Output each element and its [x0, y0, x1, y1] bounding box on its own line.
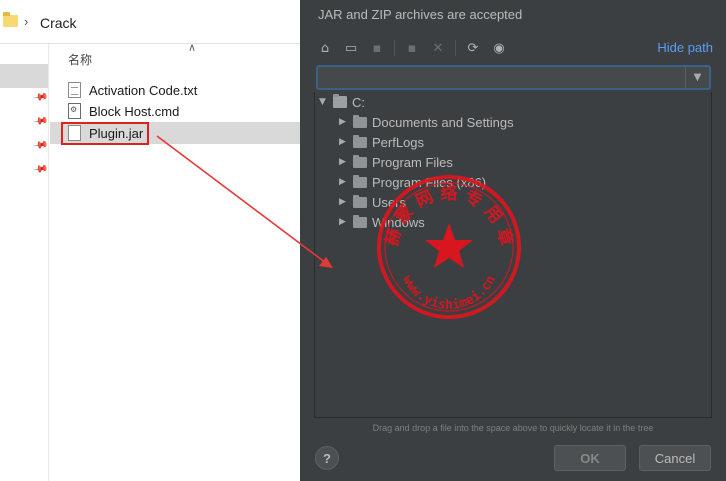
- chevron-right-icon[interactable]: ▶: [339, 157, 353, 167]
- refresh-icon[interactable]: ⟳: [462, 37, 484, 59]
- path-combobox[interactable]: ▼: [316, 65, 711, 90]
- sort-ascending-icon: ∧: [188, 42, 197, 54]
- ok-button[interactable]: OK: [554, 445, 626, 471]
- tree-node[interactable]: ▶ Program Files: [339, 152, 453, 172]
- file-name: Activation Code.txt: [89, 82, 198, 98]
- toolbar-separator: [394, 40, 395, 56]
- chevron-right-icon[interactable]: ▶: [339, 177, 353, 187]
- pin-icon[interactable]: 📌: [32, 89, 49, 105]
- chevron-right-icon: ›: [24, 14, 29, 29]
- cmd-file-icon: [68, 103, 81, 119]
- new-folder-icon[interactable]: ▪: [401, 37, 423, 59]
- text-file-icon: [68, 82, 81, 98]
- dialog-title: JAR and ZIP archives are accepted: [318, 7, 523, 22]
- chevron-right-icon[interactable]: ▶: [339, 137, 353, 147]
- hide-path-link[interactable]: Hide path: [657, 40, 713, 55]
- tree-node-root[interactable]: ▼ C:: [319, 92, 365, 112]
- tree-node-label: Program Files: [372, 154, 453, 170]
- toolbar-separator: [455, 40, 456, 56]
- address-bar[interactable]: › Crack: [0, 0, 300, 44]
- chevron-right-icon[interactable]: ▶: [339, 197, 353, 207]
- cancel-button[interactable]: Cancel: [639, 445, 711, 471]
- tree-node-label: Program Files (x86): [372, 174, 487, 190]
- drive-icon: [333, 94, 347, 108]
- pin-icon[interactable]: 📌: [32, 137, 49, 153]
- home-icon[interactable]: ⌂: [314, 37, 336, 59]
- chevron-down-icon[interactable]: ▼: [685, 67, 709, 88]
- pin-icon[interactable]: 📌: [32, 161, 49, 177]
- tree-node-label: Users: [372, 194, 406, 210]
- chevron-down-icon[interactable]: ▼: [319, 97, 333, 107]
- column-header-name[interactable]: 名称: [68, 51, 92, 68]
- tree-node[interactable]: ▶ PerfLogs: [339, 132, 424, 152]
- chevron-right-icon[interactable]: ▶: [339, 117, 353, 127]
- drag-drop-hint: Drag and drop a file into the space abov…: [372, 423, 654, 433]
- breadcrumb-crack[interactable]: Crack: [40, 15, 77, 31]
- tree-node[interactable]: ▶ Program Files (x86): [339, 172, 486, 192]
- pin-icon[interactable]: 📌: [32, 113, 49, 129]
- file-item[interactable]: Activation Code.txt: [68, 79, 197, 101]
- show-hidden-icon[interactable]: ◉: [488, 37, 510, 59]
- folder-icon: [353, 134, 367, 148]
- file-explorer-window: › Crack 📌 📌 📌 📌 ∧ 名称 Activation Code.txt…: [0, 0, 300, 481]
- tree-node[interactable]: ▶ Windows: [339, 212, 425, 232]
- file-name: Block Host.cmd: [89, 103, 180, 119]
- folder-icon: [353, 154, 367, 168]
- tree-node[interactable]: ▶ Documents and Settings: [339, 112, 514, 132]
- desktop-icon[interactable]: ▭: [340, 37, 362, 59]
- file-item[interactable]: Block Host.cmd: [68, 100, 179, 122]
- chevron-right-icon[interactable]: ▶: [339, 217, 353, 227]
- folder-icon: [353, 114, 367, 128]
- delete-icon[interactable]: ✕: [427, 37, 449, 59]
- choose-plugin-dialog: JAR and ZIP archives are accepted ⌂ ▭ ▪ …: [300, 0, 726, 481]
- folder-icon: [353, 214, 367, 228]
- tree-node-label: Documents and Settings: [372, 114, 514, 130]
- folder-icon: [3, 12, 18, 27]
- path-input[interactable]: [322, 69, 682, 86]
- navigation-pane: 📌 📌 📌 📌: [0, 44, 49, 481]
- nav-selected-item[interactable]: [0, 64, 48, 88]
- folder-icon: [353, 194, 367, 208]
- folder-icon: [353, 174, 367, 188]
- red-highlight-box: [61, 122, 149, 145]
- project-folder-icon[interactable]: ▪: [366, 37, 388, 59]
- tree-node[interactable]: ▶ Users: [339, 192, 406, 212]
- help-button[interactable]: ?: [315, 446, 339, 470]
- tree-node-label: C:: [352, 94, 365, 110]
- dialog-toolbar: ⌂ ▭ ▪ ▪ ✕ ⟳ ◉: [314, 36, 514, 60]
- tree-node-label: Windows: [372, 214, 425, 230]
- tree-node-label: PerfLogs: [372, 134, 425, 150]
- file-tree[interactable]: ▼ C: ▶ Documents and Settings ▶ PerfLogs…: [314, 92, 712, 418]
